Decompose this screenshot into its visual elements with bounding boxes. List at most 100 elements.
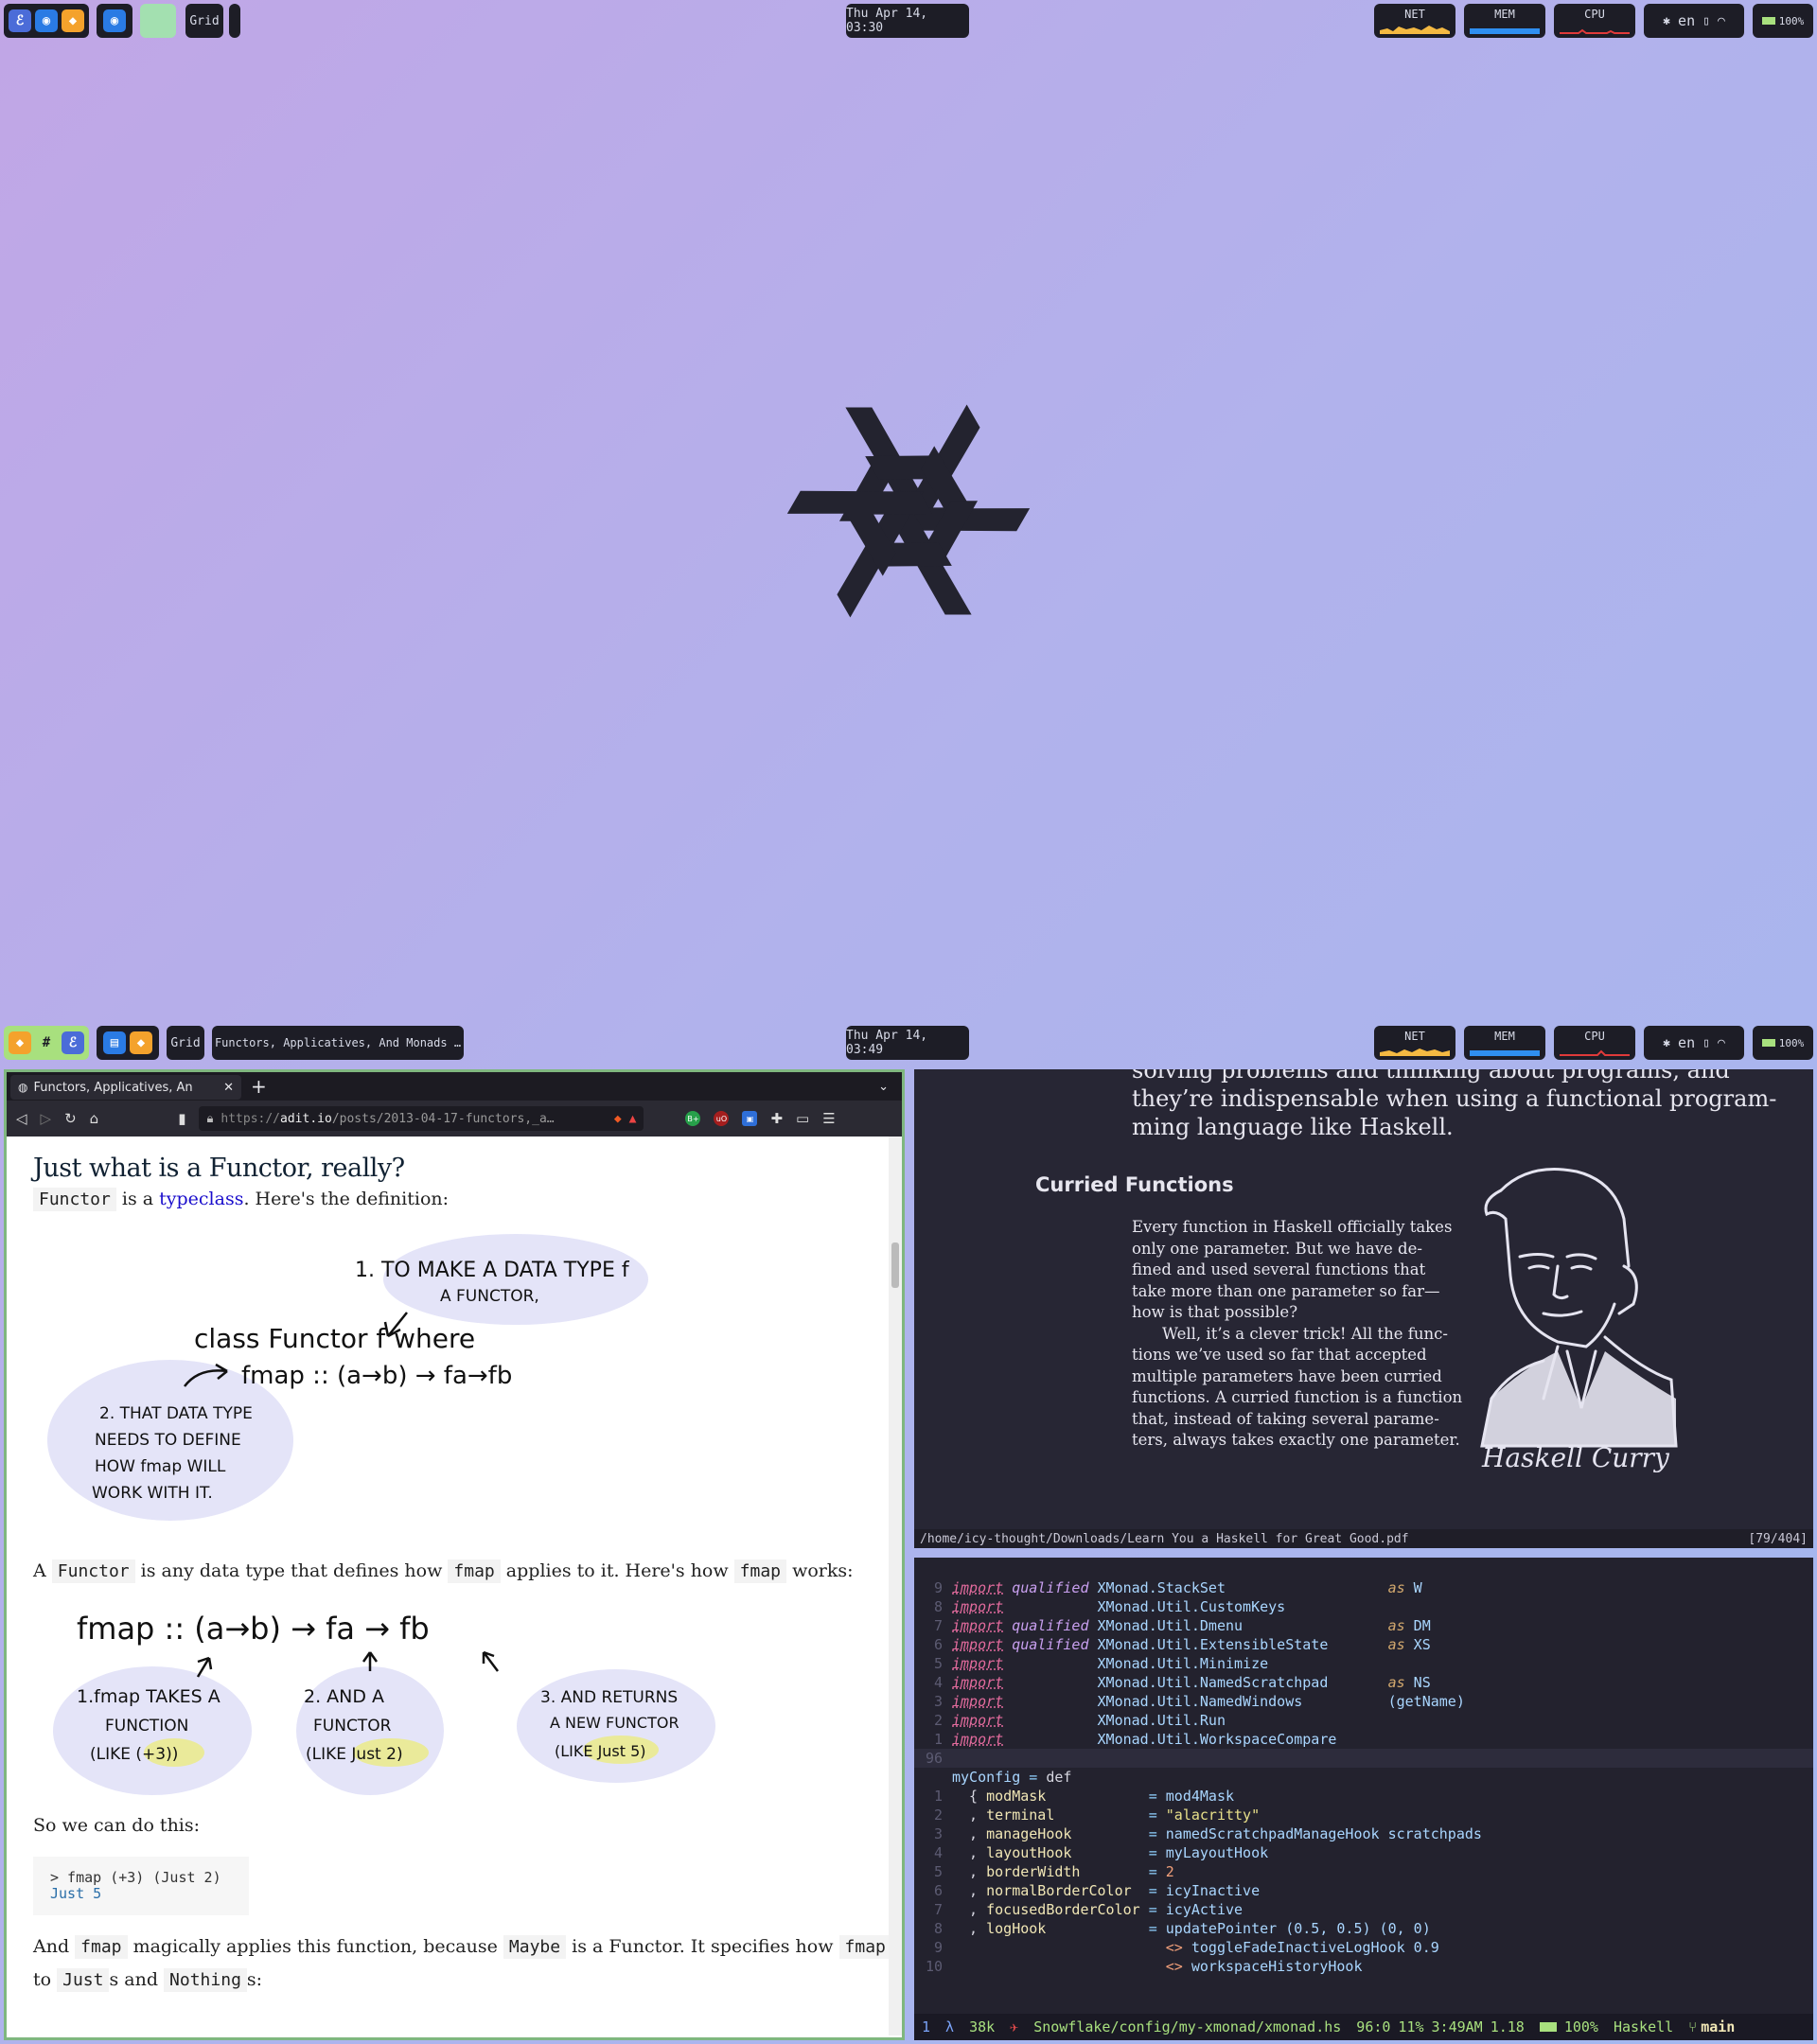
- code-line[interactable]: 7 , focusedBorderColor = icyActive: [914, 1900, 1813, 1919]
- bluetooth-icon[interactable]: ✱: [1663, 14, 1670, 28]
- tab-functors[interactable]: ◍ Functors, Applicatives, An ✕: [10, 1075, 241, 1100]
- code-line[interactable]: 10 <> workspaceHistoryHook: [914, 1957, 1813, 1976]
- line-number: 2: [933, 1806, 943, 1824]
- code-line[interactable]: 9 import qualified XMonad.StackSet as W: [914, 1578, 1813, 1597]
- emacs-editor[interactable]: 9 import qualified XMonad.StackSet as W8i…: [914, 1558, 1813, 2040]
- home-icon[interactable]: ⌂: [90, 1110, 99, 1127]
- extension-bplus-icon[interactable]: B+: [685, 1111, 701, 1126]
- phone-icon[interactable]: ▯: [1702, 14, 1710, 28]
- modeline-branch: main: [1701, 2018, 1736, 2035]
- workspace-group-1[interactable]: ℰ ◉ ◆: [4, 4, 89, 38]
- new-tab-button[interactable]: +: [251, 1075, 267, 1098]
- line-number: 3: [933, 1825, 943, 1842]
- code-line[interactable]: 4 import XMonad.Util.NamedScratchpad as N…: [914, 1673, 1813, 1692]
- paragraph-maybe: And fmap magically applies this function…: [33, 1930, 891, 1964]
- brave-shield-icon[interactable]: ◆: [614, 1112, 622, 1126]
- reload-icon[interactable]: ↻: [64, 1110, 77, 1127]
- code-line[interactable]: 3 import XMonad.Util.NamedWindows (getNam…: [914, 1692, 1813, 1711]
- brave-rewards-icon[interactable]: ▲: [629, 1112, 637, 1126]
- keyboard-layout[interactable]: en: [1678, 1034, 1695, 1051]
- wallet-icon[interactable]: ▭: [796, 1110, 809, 1127]
- diagram1-note2b: NEEDS TO DEFINE: [95, 1431, 241, 1450]
- tab-list-chevron-icon[interactable]: ⌄: [878, 1080, 889, 1094]
- line-number: 4: [933, 1674, 943, 1691]
- line-content: import XMonad.Util.Minimize: [952, 1655, 1388, 1672]
- code-line[interactable]: 96: [914, 1749, 1813, 1768]
- browser-window: ◍ Functors, Applicatives, An ✕ + ⌄ ◁ ▷ ↻…: [4, 1069, 905, 2040]
- wifi-icon[interactable]: ◠: [1718, 1036, 1725, 1050]
- vertical-scrollbar[interactable]: [889, 1137, 902, 2035]
- code-line[interactable]: 3 , manageHook = namedScratchpadManageHo…: [914, 1824, 1813, 1843]
- menu-icon[interactable]: ☰: [822, 1110, 835, 1127]
- forward-icon[interactable]: ▷: [41, 1110, 52, 1127]
- bookmark-icon[interactable]: ▮: [178, 1110, 185, 1127]
- layout-indicator[interactable]: Grid: [167, 1026, 204, 1060]
- wifi-icon[interactable]: ◠: [1718, 14, 1725, 28]
- code-line[interactable]: 4 , layoutHook = myLayoutHook: [914, 1843, 1813, 1862]
- ublock-icon[interactable]: uO: [714, 1111, 730, 1126]
- system-tray[interactable]: ✱ en ▯ ◠: [1644, 4, 1744, 38]
- typeclass-link[interactable]: typeclass: [159, 1189, 243, 1209]
- code-line[interactable]: 1 { modMask = mod4Mask: [914, 1787, 1813, 1806]
- bluetooth-icon[interactable]: ✱: [1663, 1036, 1670, 1050]
- close-tab-icon[interactable]: ✕: [223, 1081, 234, 1095]
- modeline-battery: 100%: [1563, 2018, 1598, 2035]
- line-content: , logHook = updatePointer (0.5, 0.5) (0,…: [952, 1920, 1431, 1937]
- modeline-major-mode: Haskell: [1613, 2018, 1674, 2035]
- pdf-viewer[interactable]: solving problems and thinking about prog…: [914, 1069, 1813, 1548]
- code-line[interactable]: 2 , terminal = "alacritty": [914, 1806, 1813, 1824]
- pdf-status-bar: /home/icy-thought/Downloads/Learn You a …: [914, 1529, 1813, 1548]
- workspace-group-2[interactable]: ▤ ◆: [97, 1026, 159, 1060]
- battery-indicator: 100%: [1753, 1026, 1813, 1060]
- code-line[interactable]: 8 , logHook = updatePointer (0.5, 0.5) (…: [914, 1919, 1813, 1938]
- code-line[interactable]: 1 import XMonad.Util.WorkspaceCompare: [914, 1730, 1813, 1749]
- paragraph-so-we-can: So we can do this:: [33, 1815, 201, 1836]
- phone-icon[interactable]: ▯: [1702, 1036, 1710, 1050]
- fmap-diagram: fmap :: (a→b) → fa → fb 1.fmap TAKES A F…: [53, 1611, 715, 1795]
- code-line[interactable]: 9 <> toggleFadeInactiveLogHook 0.9: [914, 1938, 1813, 1957]
- brave-icon: ◆: [9, 1031, 31, 1054]
- code-example: > fmap (+3) (Just 2) Just 5: [33, 1857, 249, 1915]
- back-icon[interactable]: ◁: [16, 1110, 27, 1127]
- code-area[interactable]: 9 import qualified XMonad.StackSet as W8i…: [914, 1558, 1813, 1976]
- workspace-empty-indicator[interactable]: [140, 4, 176, 38]
- line-content: import XMonad.Util.CustomKeys: [952, 1598, 1388, 1615]
- code-line[interactable]: 8 import XMonad.Util.CustomKeys: [914, 1597, 1813, 1616]
- tab-bar: ◍ Functors, Applicatives, An ✕ + ⌄: [7, 1072, 902, 1101]
- battery-icon: [1761, 17, 1775, 25]
- line-content: <> workspaceHistoryHook: [1165, 1958, 1363, 1975]
- code-line[interactable]: 7 import qualified XMonad.Util.Dmenu as D…: [914, 1616, 1813, 1635]
- code-line[interactable]: 2 import XMonad.Util.Run: [914, 1711, 1813, 1730]
- bitwarden-icon[interactable]: ▣: [742, 1111, 758, 1126]
- code-line[interactable]: 6 import qualified XMonad.Util.Extensible…: [914, 1635, 1813, 1654]
- line-number: 3: [933, 1693, 943, 1710]
- brave-icon: ◆: [130, 1031, 152, 1054]
- modeline-lambda: λ: [945, 2018, 955, 2035]
- diagram1-note1b: A FUNCTOR,: [440, 1287, 539, 1306]
- workspace-group-2[interactable]: ◉: [97, 4, 132, 38]
- system-tray[interactable]: ✱ en ▯ ◠: [1644, 1026, 1744, 1060]
- svg-text:(LIKE (+3)): (LIKE (+3)): [90, 1745, 178, 1764]
- line-number: [914, 1768, 952, 1787]
- keyboard-layout[interactable]: en: [1678, 12, 1695, 29]
- address-bar[interactable]: 🔒︎ https://adit.io/posts/2013-04-17-func…: [199, 1106, 644, 1131]
- line-content: import XMonad.Util.NamedScratchpad as NS: [952, 1674, 1431, 1691]
- code-line[interactable]: 6 , normalBorderColor = icyInactive: [914, 1881, 1813, 1900]
- modeline-position: 96:0: [1356, 2018, 1391, 2035]
- workspace-group-1-active[interactable]: ◆ # ℰ: [4, 1026, 89, 1060]
- functor-definition-diagram: 1. TO MAKE A DATA TYPE f A FUNCTOR, clas…: [47, 1234, 648, 1521]
- scrollbar-thumb[interactable]: [891, 1242, 899, 1288]
- line-content: , focusedBorderColor = icyActive: [952, 1901, 1244, 1918]
- extensions-puzzle-icon[interactable]: ✚: [770, 1110, 783, 1127]
- line-number: 6: [933, 1882, 943, 1899]
- code-line[interactable]: 5 , borderWidth = 2: [914, 1862, 1813, 1881]
- diagram1-note2c: HOW fmap WILL: [95, 1457, 226, 1476]
- diagram1-note2a: 2. THAT DATA TYPE: [99, 1404, 253, 1423]
- layout-indicator[interactable]: Grid: [185, 4, 223, 38]
- brave-icon: ◆: [62, 9, 84, 32]
- code-line[interactable]: myConfig = def: [914, 1768, 1813, 1787]
- code-line[interactable]: 5 import XMonad.Util.Minimize: [914, 1654, 1813, 1673]
- line-content: , layoutHook = myLayoutHook: [952, 1844, 1269, 1861]
- paragraph-definition: Functor is a typeclass. Here's the defin…: [33, 1187, 865, 1212]
- svg-text:A NEW FUNCTOR: A NEW FUNCTOR: [550, 1714, 679, 1732]
